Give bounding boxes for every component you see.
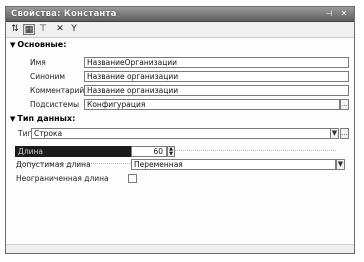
categories-icon[interactable]: ▦	[23, 24, 35, 35]
type-select-button[interactable]: ...	[340, 128, 349, 139]
sort-icon[interactable]: ⇅	[9, 24, 21, 35]
length-field[interactable]: 60	[131, 146, 167, 157]
window-title: Свойства: Константа	[11, 9, 117, 19]
collapse-arrow-icon[interactable]: ▼	[10, 41, 15, 49]
length-stepper[interactable]: ▲ ▼	[167, 146, 175, 157]
name-field[interactable]: НазваниеОрганизации	[84, 57, 349, 68]
subsystems-field[interactable]: Конфигурация	[84, 99, 340, 110]
synonym-field[interactable]: Название организации	[84, 71, 349, 82]
pin-icon[interactable]: ⊣	[324, 9, 334, 19]
comment-field[interactable]: Название организации	[84, 85, 349, 96]
stepper-down-icon[interactable]: ▼	[168, 151, 174, 157]
comment-label: Комментарий	[30, 86, 85, 95]
panel-footer	[6, 244, 354, 253]
length-label: Длина	[15, 146, 135, 157]
clear-icon[interactable]: ✕	[54, 24, 66, 35]
allowed-length-field[interactable]: Переменная	[131, 159, 336, 170]
section-datatype-title: Тип данных:	[17, 114, 76, 123]
unlimited-length-checkbox[interactable]	[128, 174, 137, 183]
toolbar: ⇅ ▦ ⊤ ✕ Y	[6, 22, 354, 38]
subsystems-select-button[interactable]: ...	[340, 99, 349, 110]
collapse-arrow-icon[interactable]: ▼	[10, 115, 15, 123]
type-dropdown-icon[interactable]: ▼	[330, 128, 339, 139]
synonym-label: Синоним	[30, 72, 66, 81]
type-field[interactable]: Строка	[31, 128, 331, 139]
subsystems-label: Подсистемы	[30, 100, 80, 109]
unlimited-length-label: Неограниченная длина	[16, 174, 109, 183]
section-main-title: Основные:	[17, 40, 67, 49]
allowed-length-label: Допустимая длина	[16, 160, 91, 169]
name-label: Имя	[30, 58, 46, 67]
section-main[interactable]: ▼ Основные:	[10, 40, 66, 49]
filter-icon[interactable]: ⊤	[37, 24, 49, 35]
allowed-length-dropdown-icon[interactable]: ▼	[336, 159, 345, 170]
section-datatype[interactable]: ▼ Тип данных:	[10, 114, 75, 123]
properties-window: Свойства: Константа ⊣ ✕ ⇅ ▦ ⊤ ✕ Y ▼ Основ…	[5, 6, 355, 254]
y-icon[interactable]: Y	[68, 24, 80, 35]
close-icon[interactable]: ✕	[339, 9, 349, 19]
properties-panel: ▼ Основные: Имя НазваниеОрганизации Синон…	[6, 38, 354, 253]
window-titlebar[interactable]: Свойства: Константа ⊣ ✕	[6, 7, 354, 22]
